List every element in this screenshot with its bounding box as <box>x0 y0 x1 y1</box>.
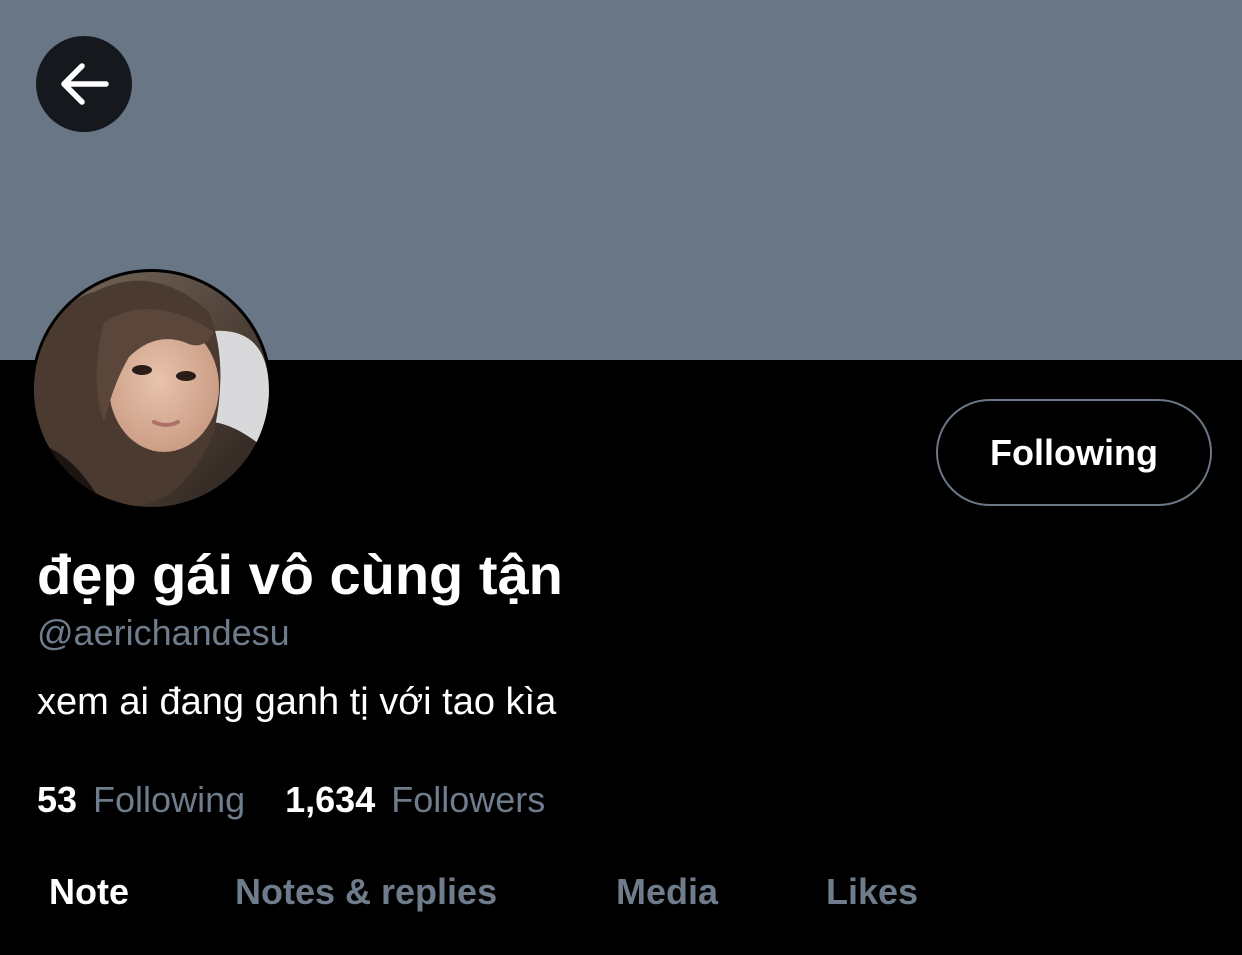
avatar-photo <box>34 272 269 507</box>
tab-notes-and-replies[interactable]: Notes & replies <box>235 860 497 924</box>
followers-stat-link[interactable]: 1,634 Followers <box>285 776 545 824</box>
arrow-left-icon <box>61 63 109 105</box>
profile-bio: xem ai đang ganh tị với tao kìa <box>37 681 557 723</box>
tab-media[interactable]: Media <box>616 860 718 924</box>
username-handle: @aerichandesu <box>37 612 290 653</box>
followers-count: 1,634 <box>285 779 376 820</box>
back-button[interactable] <box>36 36 132 132</box>
following-button[interactable]: Following <box>936 399 1212 506</box>
followers-label: Followers <box>391 779 546 820</box>
tab-note[interactable]: Note <box>49 860 129 924</box>
following-stat-link[interactable]: 53 Following <box>37 776 245 824</box>
following-label: Following <box>93 779 246 820</box>
avatar[interactable] <box>31 269 272 510</box>
following-count: 53 <box>37 779 78 820</box>
profile-tabs: Note Notes & replies Media Likes <box>0 860 1242 930</box>
profile-stats: 53 Following 1,634 Followers <box>37 776 545 824</box>
display-name: đẹp gái vô cùng tận <box>37 543 563 606</box>
tab-likes[interactable]: Likes <box>826 860 918 924</box>
